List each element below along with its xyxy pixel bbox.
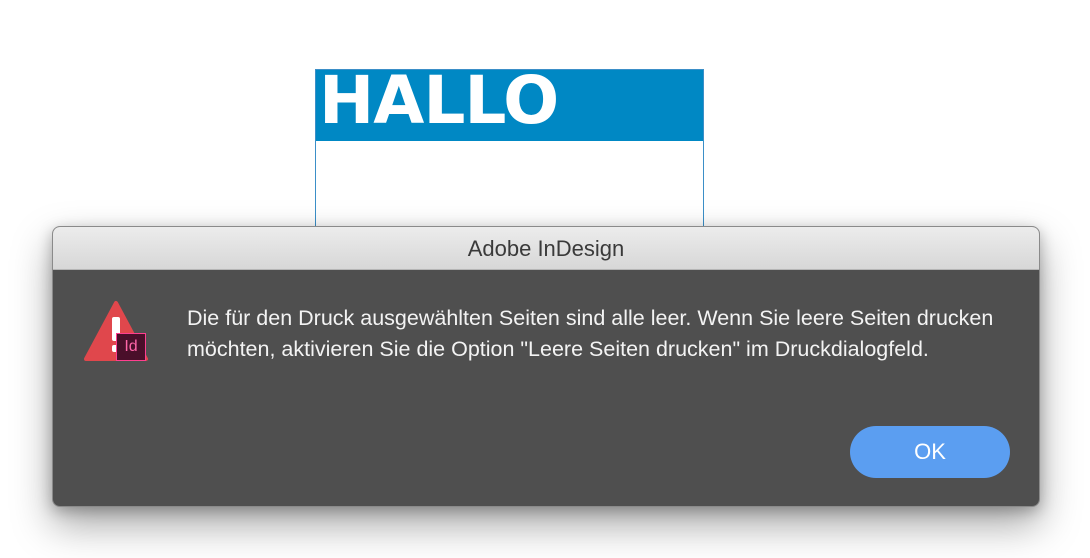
- dialog-titlebar[interactable]: Adobe InDesign: [53, 227, 1039, 270]
- document-header-text: HALLO: [319, 62, 559, 139]
- ok-button[interactable]: OK: [850, 426, 1010, 478]
- dialog-message: Die für den Druck ausgewählten Seiten si…: [187, 306, 994, 361]
- alert-dialog: Adobe InDesign Id Die für den Druck ausg…: [52, 226, 1040, 507]
- document-header-bar: HALLO: [316, 62, 703, 141]
- dialog-title: Adobe InDesign: [467, 236, 625, 261]
- indesign-app-icon: Id: [116, 333, 146, 361]
